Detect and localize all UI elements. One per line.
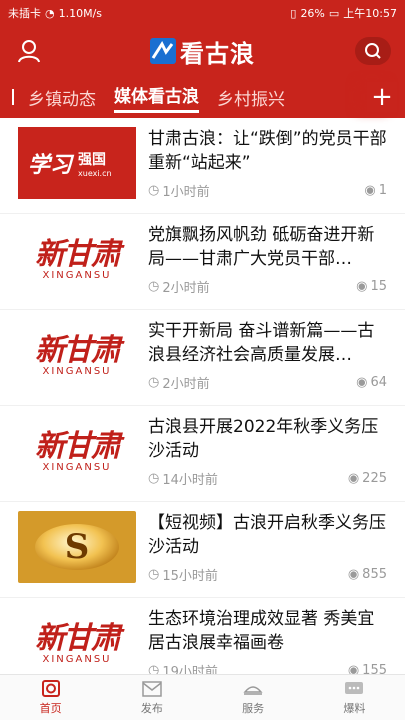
clock-icon: ◷ bbox=[148, 471, 160, 486]
news-item[interactable]: 新甘肃 XINGANSU 古浪县开展2022年秋季义务压沙活动 ◷ 14小时前 ◉… bbox=[0, 406, 405, 502]
logo-text: 看古浪 bbox=[180, 39, 255, 68]
nav-report-label: 爆料 bbox=[343, 701, 366, 715]
article-time: 2小时前 bbox=[162, 281, 210, 296]
carrier-text: 未插卡 bbox=[8, 7, 41, 20]
nav-home-label: 首页 bbox=[39, 701, 62, 715]
battery-icon: ▭ bbox=[328, 6, 340, 20]
article-thumbnail: S bbox=[18, 511, 136, 583]
view-count: 1 bbox=[378, 183, 387, 198]
video-logo-icon: S bbox=[35, 524, 119, 570]
eye-icon: ◉ bbox=[364, 183, 376, 198]
clock-icon: ◷ bbox=[148, 567, 160, 582]
article-title: 【短视频】古浪开启秋季义务压沙活动 bbox=[148, 513, 386, 557]
thumb-logo-en: XINGANSU bbox=[42, 269, 112, 281]
article-title: 实干开新局 奋斗谱新篇——古浪县经济社会高质量发展… bbox=[148, 321, 375, 365]
news-item[interactable]: S 【短视频】古浪开启秋季义务压沙活动 ◷ 15小时前 ◉ 855 bbox=[0, 502, 405, 598]
thumb-xuexi-text: 学习 bbox=[28, 152, 73, 178]
tab-media-gulang[interactable]: 媒体看古浪 bbox=[114, 82, 199, 113]
service-icon bbox=[243, 685, 263, 695]
thumb-logo-text: 新甘肃 bbox=[35, 428, 121, 464]
nav-report[interactable]: 爆料 bbox=[304, 675, 405, 720]
article-time: 2小时前 bbox=[162, 377, 210, 392]
clock-icon: ◷ bbox=[148, 663, 160, 674]
article-time: 19小时前 bbox=[162, 665, 218, 674]
eye-icon: ◉ bbox=[356, 279, 368, 294]
thumb-logo-en: XINGANSU bbox=[42, 653, 112, 665]
vibrate-icon: ▯ bbox=[290, 6, 297, 20]
thumb-logo-en: XINGANSU bbox=[42, 461, 112, 473]
news-item[interactable]: 新甘肃 XINGANSU 党旗飘扬风帆劲 砥砺奋进开新局——甘肃广大党员干部… … bbox=[0, 214, 405, 310]
tab-township-news[interactable]: 乡镇动态 bbox=[28, 85, 96, 110]
article-thumbnail: 新甘肃 XINGANSU bbox=[18, 319, 136, 391]
news-item[interactable]: 新甘肃 XINGANSU 生态环境治理成效显著 秀美宜居古浪展幸福画卷 ◷ 19小… bbox=[0, 598, 405, 674]
article-thumbnail: 新甘肃 XINGANSU bbox=[18, 415, 136, 487]
article-time: 1小时前 bbox=[162, 185, 210, 200]
view-count: 225 bbox=[362, 471, 387, 486]
bottom-nav: 首页 发布 服务 爆料 bbox=[0, 674, 405, 720]
video-logo-letter: S bbox=[64, 527, 90, 567]
wifi-icon: ◔ bbox=[45, 6, 55, 20]
search-button[interactable] bbox=[355, 37, 391, 65]
nav-publish-label: 发布 bbox=[140, 701, 163, 715]
tab-divider bbox=[12, 89, 14, 105]
eye-icon: ◉ bbox=[347, 471, 360, 486]
article-title: 甘肃古浪：让“跌倒”的党员干部重新“站起来” bbox=[148, 129, 387, 173]
app-logo: 看古浪 bbox=[150, 34, 255, 69]
article-time: 14小时前 bbox=[162, 473, 218, 488]
mail-icon bbox=[142, 680, 162, 697]
logo-mark-icon bbox=[150, 38, 176, 64]
chat-icon bbox=[345, 681, 364, 694]
eye-icon: ◉ bbox=[347, 567, 360, 582]
app-header: 看古浪 bbox=[0, 26, 405, 76]
clock-icon: ◷ bbox=[148, 183, 160, 198]
view-count: 155 bbox=[362, 663, 387, 674]
thumb-logo-text: 新甘肃 bbox=[35, 236, 121, 272]
nav-service-label: 服务 bbox=[242, 701, 265, 715]
article-time: 15小时前 bbox=[162, 569, 218, 584]
tab-rural-revitalization[interactable]: 乡村振兴 bbox=[217, 85, 285, 110]
article-thumbnail: 学习 强国 xuexi.cn bbox=[18, 127, 136, 199]
view-count: 15 bbox=[370, 279, 387, 294]
nav-publish[interactable]: 发布 bbox=[101, 675, 202, 720]
clock-icon: ◷ bbox=[148, 279, 160, 294]
thumb-brand-text: 强国 bbox=[78, 151, 107, 168]
battery-percent: 26% bbox=[300, 6, 325, 20]
article-title: 古浪县开展2022年秋季义务压沙活动 bbox=[148, 417, 379, 461]
home-icon bbox=[41, 679, 60, 697]
user-icon[interactable] bbox=[14, 36, 44, 66]
thumb-logo-text: 新甘肃 bbox=[35, 332, 121, 368]
article-title: 党旗飘扬风帆劲 砥砺奋进开新局——甘肃广大党员干部… bbox=[148, 225, 375, 269]
search-icon bbox=[365, 43, 381, 59]
clock: 上午10:57 bbox=[343, 7, 397, 20]
article-thumbnail: 新甘肃 XINGANSU bbox=[18, 223, 136, 295]
news-list: 学习 强国 xuexi.cn 甘肃古浪：让“跌倒”的党员干部重新“站起来” ◷ 1… bbox=[0, 118, 405, 674]
view-count: 855 bbox=[362, 567, 387, 582]
news-item[interactable]: 新甘肃 XINGANSU 实干开新局 奋斗谱新篇——古浪县经济社会高质量发展… … bbox=[0, 310, 405, 406]
article-thumbnail: 新甘肃 XINGANSU bbox=[18, 607, 136, 674]
clock-icon: ◷ bbox=[148, 375, 160, 390]
thumb-url-text: xuexi.cn bbox=[78, 168, 112, 178]
network-speed: 1.10M/s bbox=[58, 6, 103, 20]
article-title: 生态环境治理成效显著 秀美宜居古浪展幸福画卷 bbox=[148, 609, 375, 653]
nav-home[interactable]: 首页 bbox=[0, 675, 101, 720]
view-count: 64 bbox=[370, 375, 387, 390]
channel-tabs: 乡镇动态 媒体看古浪 乡村振兴 + bbox=[0, 76, 405, 118]
nav-service[interactable]: 服务 bbox=[203, 675, 304, 720]
status-bar: 未插卡 ◔ 1.10M/s ▯ 26% ▭ 上午10:57 bbox=[0, 0, 405, 26]
news-item[interactable]: 学习 强国 xuexi.cn 甘肃古浪：让“跌倒”的党员干部重新“站起来” ◷ 1… bbox=[0, 118, 405, 214]
eye-icon: ◉ bbox=[347, 663, 360, 674]
thumb-logo-text: 新甘肃 bbox=[35, 620, 121, 656]
add-channel-button[interactable]: + bbox=[367, 82, 397, 112]
eye-icon: ◉ bbox=[356, 375, 368, 390]
thumb-logo-en: XINGANSU bbox=[42, 365, 112, 377]
